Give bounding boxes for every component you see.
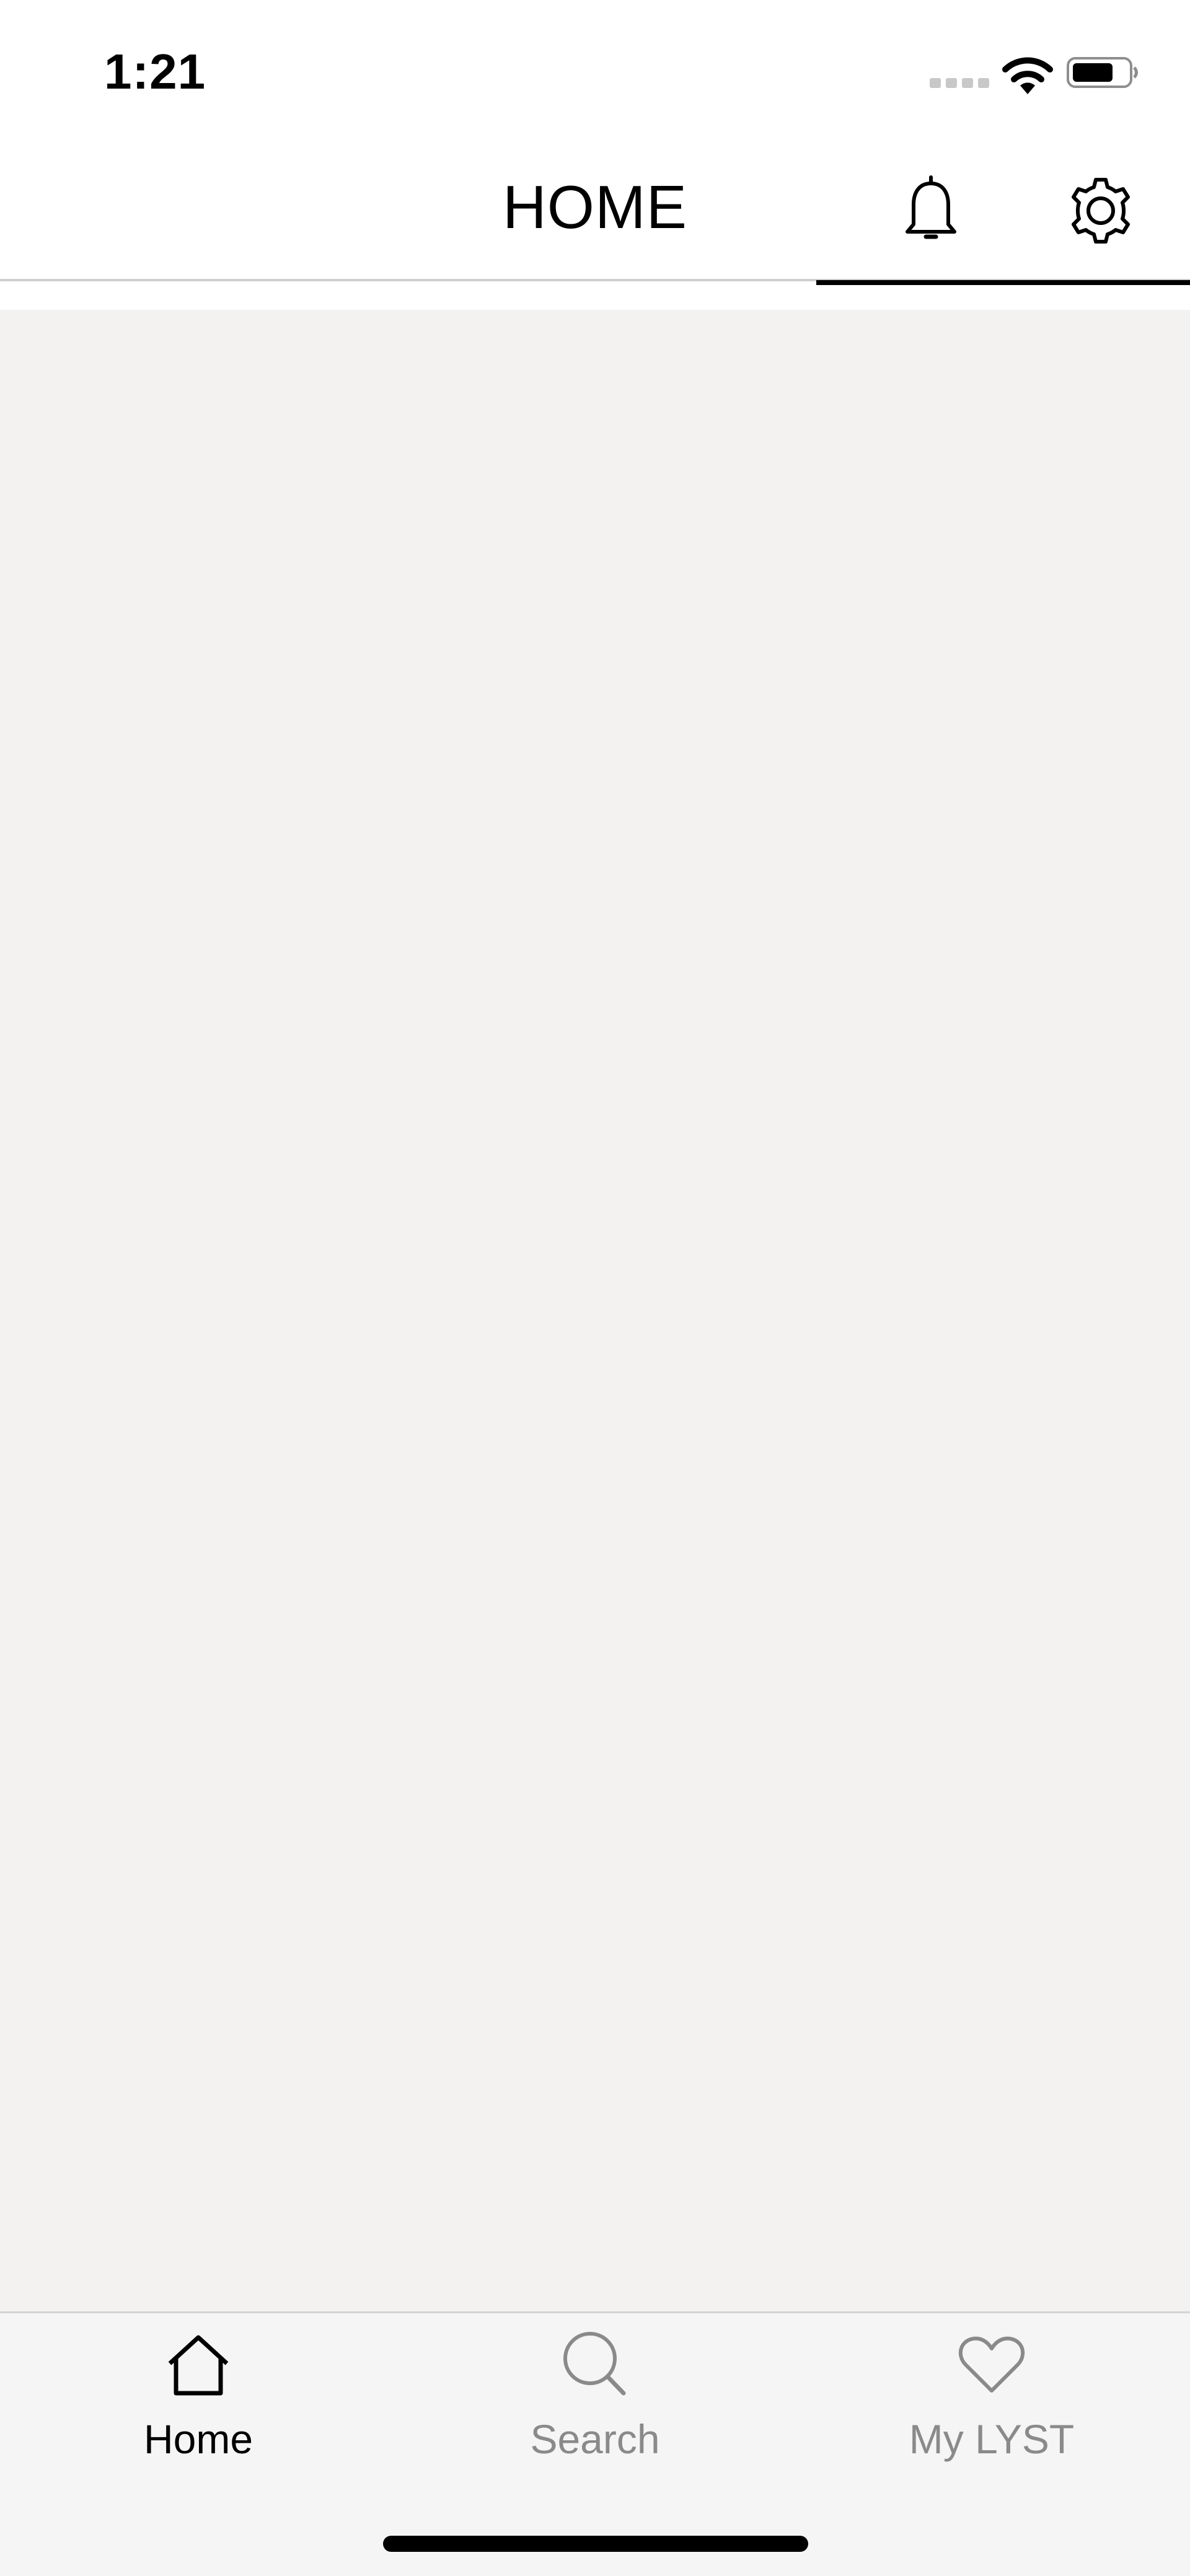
tab-my-lyst[interactable]: My LYST bbox=[793, 2324, 1190, 2473]
home-indicator[interactable] bbox=[383, 2536, 808, 2552]
settings-button[interactable] bbox=[1057, 167, 1144, 254]
heart-icon bbox=[959, 2336, 1025, 2393]
cellular-signal-icon bbox=[930, 78, 989, 88]
search-icon bbox=[563, 2332, 626, 2396]
tab-my-lyst-label: My LYST bbox=[909, 2416, 1075, 2462]
battery-icon bbox=[1067, 57, 1138, 88]
wifi-icon bbox=[1002, 57, 1053, 94]
tab-search-label: Search bbox=[530, 2416, 660, 2462]
home-icon bbox=[168, 2335, 229, 2396]
notifications-button[interactable] bbox=[888, 167, 974, 254]
page-title: HOME bbox=[503, 173, 687, 241]
status-bar: 1:21 bbox=[0, 0, 1190, 143]
home-feed[interactable] bbox=[0, 310, 1190, 2311]
bell-icon bbox=[906, 175, 956, 239]
gear-icon bbox=[1072, 178, 1130, 244]
tab-search[interactable]: Search bbox=[397, 2324, 793, 2473]
active-tab-indicator bbox=[816, 280, 1190, 285]
status-time: 1:21 bbox=[104, 44, 206, 99]
tab-home[interactable]: Home bbox=[0, 2324, 397, 2473]
tab-home-label: Home bbox=[143, 2416, 253, 2462]
